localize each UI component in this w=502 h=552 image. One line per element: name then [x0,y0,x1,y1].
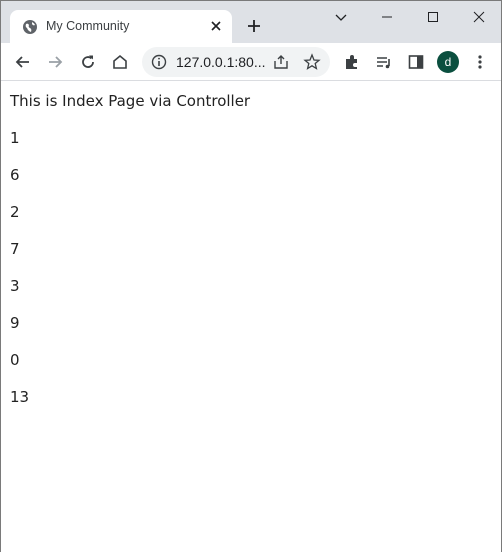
profile-avatar[interactable]: d [437,51,459,73]
maximize-icon [428,12,438,22]
close-window-button[interactable] [456,1,502,33]
info-icon[interactable] [151,54,167,70]
globe-icon [23,20,37,34]
minimize-icon [382,16,392,18]
arrow-left-icon [15,56,29,68]
reload-icon [82,55,94,68]
maximize-button[interactable] [410,1,456,33]
number-item: 6 [10,166,20,184]
arrow-right-icon [49,56,63,68]
share-icon[interactable] [272,53,290,71]
reading-list-button[interactable] [374,52,394,72]
side-panel-icon [408,55,424,69]
kebab-menu-icon [478,55,482,69]
side-panel-button[interactable] [406,52,426,72]
browser-toolbar: 127.0.0.1:80... d [1,43,501,81]
number-item: 2 [10,203,20,221]
tab-my-community[interactable]: My Community [10,10,232,43]
tab-search-button[interactable] [318,1,364,33]
reload-button[interactable] [78,52,98,72]
menu-button[interactable] [470,52,490,72]
minimize-button[interactable] [364,1,410,33]
forward-button[interactable] [45,52,65,72]
puzzle-icon [346,55,357,69]
number-item: 9 [10,314,20,332]
number-item: 1 [10,129,20,147]
close-icon[interactable] [208,18,224,34]
number-item: 0 [10,351,20,369]
browser-window: My Community 127.0.0.1:80... d This is I… [0,0,502,552]
extensions-button[interactable] [342,52,362,72]
number-item: 7 [10,240,20,258]
home-icon [113,54,127,69]
tab-title: My Community [46,19,130,33]
page-content: This is Index Page via Controller 1 6 2 … [1,82,501,552]
home-button[interactable] [110,52,130,72]
close-icon [473,11,485,23]
playlist-icon [377,57,390,69]
number-item: 13 [10,388,30,406]
address-bar[interactable]: 127.0.0.1:80... [142,47,330,77]
back-button[interactable] [13,52,33,72]
number-item: 3 [10,277,20,295]
page-heading: This is Index Page via Controller [10,92,251,110]
chevron-down-icon [335,14,347,21]
url-text[interactable]: 127.0.0.1:80... [176,54,266,70]
new-tab-icon[interactable] [245,17,263,35]
star-icon[interactable] [303,53,321,71]
tab-strip: My Community [1,1,501,43]
